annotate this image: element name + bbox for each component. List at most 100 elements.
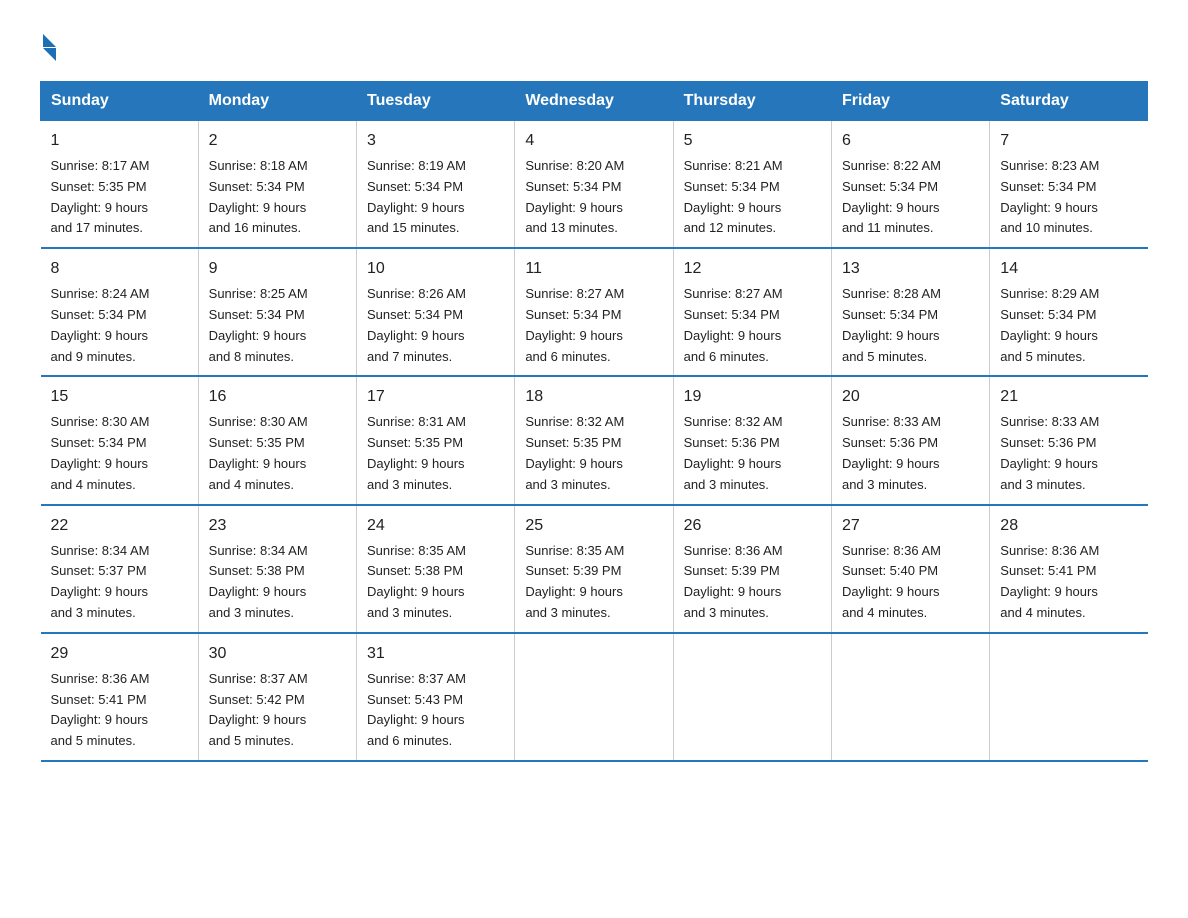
day-number: 23	[209, 514, 346, 538]
calendar-header-row: SundayMondayTuesdayWednesdayThursdayFrid…	[41, 82, 1148, 121]
day-info: Sunrise: 8:30 AM Sunset: 5:35 PM Dayligh…	[209, 412, 346, 495]
day-info: Sunrise: 8:34 AM Sunset: 5:37 PM Dayligh…	[51, 541, 188, 624]
week-row-5: 29 Sunrise: 8:36 AM Sunset: 5:41 PM Dayl…	[41, 633, 1148, 761]
day-number: 24	[367, 514, 504, 538]
column-header-thursday: Thursday	[673, 82, 831, 121]
day-number: 15	[51, 385, 188, 409]
day-info: Sunrise: 8:33 AM Sunset: 5:36 PM Dayligh…	[1000, 412, 1137, 495]
calendar-cell: 28 Sunrise: 8:36 AM Sunset: 5:41 PM Dayl…	[990, 505, 1148, 633]
day-info: Sunrise: 8:37 AM Sunset: 5:42 PM Dayligh…	[209, 669, 346, 752]
calendar-cell: 10 Sunrise: 8:26 AM Sunset: 5:34 PM Dayl…	[356, 248, 514, 376]
calendar-cell	[673, 633, 831, 761]
calendar-cell: 25 Sunrise: 8:35 AM Sunset: 5:39 PM Dayl…	[515, 505, 673, 633]
calendar-cell: 29 Sunrise: 8:36 AM Sunset: 5:41 PM Dayl…	[41, 633, 199, 761]
page-header	[40, 30, 1148, 61]
calendar-cell: 15 Sunrise: 8:30 AM Sunset: 5:34 PM Dayl…	[41, 376, 199, 504]
calendar-cell: 11 Sunrise: 8:27 AM Sunset: 5:34 PM Dayl…	[515, 248, 673, 376]
calendar-cell: 26 Sunrise: 8:36 AM Sunset: 5:39 PM Dayl…	[673, 505, 831, 633]
week-row-3: 15 Sunrise: 8:30 AM Sunset: 5:34 PM Dayl…	[41, 376, 1148, 504]
calendar-cell: 12 Sunrise: 8:27 AM Sunset: 5:34 PM Dayl…	[673, 248, 831, 376]
logo-arrow-down-icon	[43, 48, 56, 61]
column-header-sunday: Sunday	[41, 82, 199, 121]
day-info: Sunrise: 8:23 AM Sunset: 5:34 PM Dayligh…	[1000, 156, 1137, 239]
day-number: 28	[1000, 514, 1137, 538]
logo-arrow-icon	[43, 34, 56, 47]
day-number: 27	[842, 514, 979, 538]
column-header-monday: Monday	[198, 82, 356, 121]
calendar-cell: 16 Sunrise: 8:30 AM Sunset: 5:35 PM Dayl…	[198, 376, 356, 504]
calendar-cell: 8 Sunrise: 8:24 AM Sunset: 5:34 PM Dayli…	[41, 248, 199, 376]
day-info: Sunrise: 8:24 AM Sunset: 5:34 PM Dayligh…	[51, 284, 188, 367]
day-info: Sunrise: 8:35 AM Sunset: 5:39 PM Dayligh…	[525, 541, 662, 624]
day-info: Sunrise: 8:21 AM Sunset: 5:34 PM Dayligh…	[684, 156, 821, 239]
calendar-cell: 3 Sunrise: 8:19 AM Sunset: 5:34 PM Dayli…	[356, 121, 514, 249]
calendar-cell: 4 Sunrise: 8:20 AM Sunset: 5:34 PM Dayli…	[515, 121, 673, 249]
day-info: Sunrise: 8:32 AM Sunset: 5:36 PM Dayligh…	[684, 412, 821, 495]
day-number: 30	[209, 642, 346, 666]
day-info: Sunrise: 8:20 AM Sunset: 5:34 PM Dayligh…	[525, 156, 662, 239]
day-info: Sunrise: 8:17 AM Sunset: 5:35 PM Dayligh…	[51, 156, 188, 239]
day-number: 10	[367, 257, 504, 281]
week-row-1: 1 Sunrise: 8:17 AM Sunset: 5:35 PM Dayli…	[41, 121, 1148, 249]
column-header-friday: Friday	[831, 82, 989, 121]
day-number: 2	[209, 129, 346, 153]
day-info: Sunrise: 8:35 AM Sunset: 5:38 PM Dayligh…	[367, 541, 504, 624]
calendar-cell: 20 Sunrise: 8:33 AM Sunset: 5:36 PM Dayl…	[831, 376, 989, 504]
day-number: 31	[367, 642, 504, 666]
day-info: Sunrise: 8:22 AM Sunset: 5:34 PM Dayligh…	[842, 156, 979, 239]
day-number: 8	[51, 257, 188, 281]
calendar-cell	[515, 633, 673, 761]
calendar-table: SundayMondayTuesdayWednesdayThursdayFrid…	[40, 81, 1148, 762]
calendar-cell: 17 Sunrise: 8:31 AM Sunset: 5:35 PM Dayl…	[356, 376, 514, 504]
day-info: Sunrise: 8:29 AM Sunset: 5:34 PM Dayligh…	[1000, 284, 1137, 367]
calendar-cell: 27 Sunrise: 8:36 AM Sunset: 5:40 PM Dayl…	[831, 505, 989, 633]
calendar-cell: 2 Sunrise: 8:18 AM Sunset: 5:34 PM Dayli…	[198, 121, 356, 249]
calendar-cell: 1 Sunrise: 8:17 AM Sunset: 5:35 PM Dayli…	[41, 121, 199, 249]
day-number: 22	[51, 514, 188, 538]
calendar-cell: 13 Sunrise: 8:28 AM Sunset: 5:34 PM Dayl…	[831, 248, 989, 376]
week-row-4: 22 Sunrise: 8:34 AM Sunset: 5:37 PM Dayl…	[41, 505, 1148, 633]
day-info: Sunrise: 8:18 AM Sunset: 5:34 PM Dayligh…	[209, 156, 346, 239]
day-number: 14	[1000, 257, 1137, 281]
calendar-cell: 18 Sunrise: 8:32 AM Sunset: 5:35 PM Dayl…	[515, 376, 673, 504]
calendar-cell: 9 Sunrise: 8:25 AM Sunset: 5:34 PM Dayli…	[198, 248, 356, 376]
day-info: Sunrise: 8:28 AM Sunset: 5:34 PM Dayligh…	[842, 284, 979, 367]
day-number: 5	[684, 129, 821, 153]
day-info: Sunrise: 8:32 AM Sunset: 5:35 PM Dayligh…	[525, 412, 662, 495]
day-info: Sunrise: 8:27 AM Sunset: 5:34 PM Dayligh…	[525, 284, 662, 367]
calendar-cell: 23 Sunrise: 8:34 AM Sunset: 5:38 PM Dayl…	[198, 505, 356, 633]
calendar-cell: 30 Sunrise: 8:37 AM Sunset: 5:42 PM Dayl…	[198, 633, 356, 761]
day-number: 20	[842, 385, 979, 409]
day-number: 26	[684, 514, 821, 538]
day-info: Sunrise: 8:27 AM Sunset: 5:34 PM Dayligh…	[684, 284, 821, 367]
day-info: Sunrise: 8:36 AM Sunset: 5:41 PM Dayligh…	[1000, 541, 1137, 624]
day-number: 9	[209, 257, 346, 281]
calendar-cell: 5 Sunrise: 8:21 AM Sunset: 5:34 PM Dayli…	[673, 121, 831, 249]
day-number: 1	[51, 129, 188, 153]
day-info: Sunrise: 8:31 AM Sunset: 5:35 PM Dayligh…	[367, 412, 504, 495]
column-header-tuesday: Tuesday	[356, 82, 514, 121]
column-header-wednesday: Wednesday	[515, 82, 673, 121]
calendar-cell: 31 Sunrise: 8:37 AM Sunset: 5:43 PM Dayl…	[356, 633, 514, 761]
day-info: Sunrise: 8:33 AM Sunset: 5:36 PM Dayligh…	[842, 412, 979, 495]
day-info: Sunrise: 8:34 AM Sunset: 5:38 PM Dayligh…	[209, 541, 346, 624]
day-number: 21	[1000, 385, 1137, 409]
logo	[40, 30, 108, 61]
calendar-cell: 21 Sunrise: 8:33 AM Sunset: 5:36 PM Dayl…	[990, 376, 1148, 504]
day-info: Sunrise: 8:25 AM Sunset: 5:34 PM Dayligh…	[209, 284, 346, 367]
calendar-cell: 7 Sunrise: 8:23 AM Sunset: 5:34 PM Dayli…	[990, 121, 1148, 249]
day-number: 6	[842, 129, 979, 153]
day-number: 16	[209, 385, 346, 409]
calendar-cell: 6 Sunrise: 8:22 AM Sunset: 5:34 PM Dayli…	[831, 121, 989, 249]
day-number: 18	[525, 385, 662, 409]
week-row-2: 8 Sunrise: 8:24 AM Sunset: 5:34 PM Dayli…	[41, 248, 1148, 376]
day-number: 3	[367, 129, 504, 153]
day-info: Sunrise: 8:19 AM Sunset: 5:34 PM Dayligh…	[367, 156, 504, 239]
day-info: Sunrise: 8:36 AM Sunset: 5:39 PM Dayligh…	[684, 541, 821, 624]
day-number: 29	[51, 642, 188, 666]
day-number: 13	[842, 257, 979, 281]
day-number: 25	[525, 514, 662, 538]
calendar-cell	[831, 633, 989, 761]
day-info: Sunrise: 8:30 AM Sunset: 5:34 PM Dayligh…	[51, 412, 188, 495]
day-number: 4	[525, 129, 662, 153]
